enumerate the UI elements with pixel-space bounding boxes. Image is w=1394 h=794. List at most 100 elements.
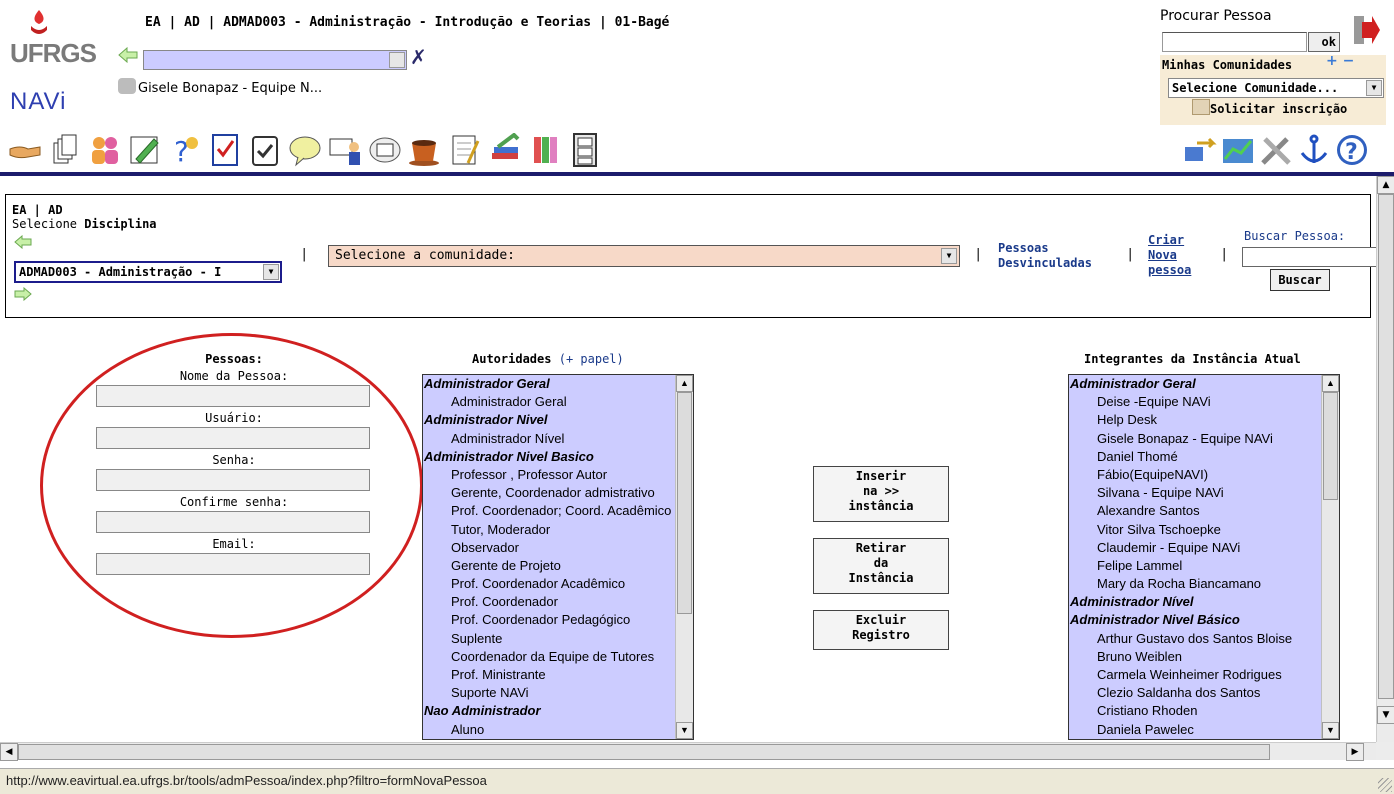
authority-option[interactable]: Aluno	[423, 721, 693, 739]
chevron-down-icon[interactable]	[389, 52, 405, 68]
anchor-icon[interactable]	[1297, 133, 1331, 167]
member-option[interactable]: Mary da Rocha Biancamano	[1069, 575, 1339, 593]
member-option[interactable]: Fábio(EquipeNAVI)	[1069, 466, 1339, 484]
member-option[interactable]: Carmela Weinheimer Rodrigues	[1069, 666, 1339, 684]
transfer-icon[interactable]	[1183, 133, 1217, 167]
member-option[interactable]: Bruno Weiblen	[1069, 648, 1339, 666]
authority-option[interactable]: Gerente de Projeto	[423, 557, 693, 575]
back-arrow-icon[interactable]	[118, 47, 138, 63]
logout-icon[interactable]	[1352, 14, 1380, 46]
scroll-down-icon[interactable]: ▼	[676, 722, 693, 739]
members-listbox[interactable]: Administrador Geral Deise -Equipe NAVi Hel…	[1068, 374, 1340, 740]
checklist-icon[interactable]	[208, 133, 242, 167]
authorities-listbox[interactable]: Administrador Geral Administrador Geral Ad…	[422, 374, 694, 740]
unlinked-people-link[interactable]: Pessoas Desvinculadas	[998, 241, 1092, 271]
help-icon[interactable]: ?	[1335, 133, 1369, 167]
member-option[interactable]: Gisele Bonapaz - Equipe NAVi	[1069, 430, 1339, 448]
people-icon[interactable]	[88, 133, 122, 167]
tools-icon[interactable]	[1259, 133, 1293, 167]
authority-option[interactable]: Suplente	[423, 630, 693, 648]
search-ok-button[interactable]: ok	[1308, 32, 1340, 52]
create-person-link[interactable]: Criar Nova pessoa	[1148, 233, 1191, 278]
member-option[interactable]: Clezio Saldanha dos Santos	[1069, 684, 1339, 702]
chevron-down-icon[interactable]: ▼	[263, 264, 279, 280]
authority-option[interactable]: Observador	[423, 539, 693, 557]
pencil-icon[interactable]	[128, 133, 162, 167]
chevron-down-icon[interactable]: ▼	[1366, 80, 1382, 96]
expand-collapse-icon[interactable]: + −	[1326, 53, 1354, 69]
email-field[interactable]	[96, 553, 370, 575]
discipline-select[interactable]: ADMAD003 - Administração - I ▼	[14, 261, 282, 283]
member-group-header[interactable]: Administrador Geral	[1069, 375, 1339, 393]
authority-option[interactable]: Coordenador da Equipe de Tutores	[423, 648, 693, 666]
authority-option[interactable]: Gerente, Coordenador admistrativo	[423, 484, 693, 502]
search-button[interactable]: Buscar	[1270, 269, 1330, 291]
chevron-down-icon[interactable]: ▼	[941, 248, 957, 264]
clear-history-icon[interactable]: ✗	[410, 45, 427, 69]
authority-option[interactable]: Prof. Coordenador Acadêmico	[423, 575, 693, 593]
clipboard-icon[interactable]	[248, 133, 282, 167]
scroll-right-icon[interactable]: ▶	[1346, 743, 1364, 761]
community-filter-select[interactable]: Selecione a comunidade: ▼	[328, 245, 960, 267]
scroll-up-icon[interactable]: ▲	[676, 375, 693, 392]
member-option[interactable]: Silvana - Equipe NAVi	[1069, 484, 1339, 502]
authority-group-header[interactable]: Administrador Nivel	[423, 411, 693, 429]
authority-option[interactable]: Prof. Coordenador	[423, 593, 693, 611]
username-field[interactable]	[96, 427, 370, 449]
authority-option[interactable]: Prof. Coordenador Pedagógico	[423, 611, 693, 629]
insert-button[interactable]: Inserir na >> instância	[813, 466, 949, 522]
authority-option[interactable]: Prof. Coordenador; Coord. Acadêmico	[423, 502, 693, 520]
authority-group-header[interactable]: Administrador Geral	[423, 375, 693, 393]
password-field[interactable]	[96, 469, 370, 491]
search-person-filter-input[interactable]	[1242, 247, 1376, 267]
authority-option[interactable]: Tutor, Moderador	[423, 521, 693, 539]
scroll-up-icon[interactable]: ▲	[1377, 176, 1394, 194]
chat-bubble-icon[interactable]	[288, 133, 322, 167]
library-icon[interactable]	[528, 133, 562, 167]
listbox-scrollbar[interactable]: ▲ ▼	[675, 375, 693, 739]
member-option[interactable]: Felipe Lammel	[1069, 557, 1339, 575]
handshake-icon[interactable]	[8, 133, 42, 167]
page-scrollbar-vertical[interactable]: ▲ ▼	[1376, 176, 1394, 742]
scroll-thumb[interactable]	[677, 392, 692, 614]
books-icon[interactable]	[488, 133, 522, 167]
authority-option[interactable]: Prof. Ministrante	[423, 666, 693, 684]
current-user[interactable]: Gisele Bonapaz - Equipe N...	[118, 78, 322, 96]
member-option[interactable]: Arthur Gustavo dos Santos Bloise	[1069, 630, 1339, 648]
next-arrow-icon[interactable]	[14, 287, 32, 301]
notepad-icon[interactable]	[448, 133, 482, 167]
name-field[interactable]	[96, 385, 370, 407]
scroll-down-icon[interactable]: ▼	[1377, 706, 1394, 724]
scroll-down-icon[interactable]: ▼	[1322, 722, 1339, 739]
remove-button[interactable]: Retirar da Instância	[813, 538, 949, 594]
history-select[interactable]	[143, 50, 407, 70]
delete-button[interactable]: Excluir Registro	[813, 610, 949, 650]
member-option[interactable]: Help Desk	[1069, 411, 1339, 429]
member-option[interactable]: Vitor Silva Tschoepke	[1069, 521, 1339, 539]
member-option[interactable]: Deise -Equipe NAVi	[1069, 393, 1339, 411]
authority-option[interactable]: Professor , Professor Autor	[423, 466, 693, 484]
add-role-link[interactable]: (+ papel)	[559, 352, 624, 366]
ufrgs-logo[interactable]: UFRGS	[10, 8, 110, 68]
authority-group-header[interactable]: Nao Administrador	[423, 702, 693, 720]
scroll-up-icon[interactable]: ▲	[1322, 375, 1339, 392]
scroll-thumb[interactable]	[18, 744, 1270, 760]
cabinet-icon[interactable]	[568, 133, 602, 167]
member-option[interactable]: Claudemir - Equipe NAVi	[1069, 539, 1339, 557]
member-option[interactable]: Daniel Thomé	[1069, 448, 1339, 466]
authority-option[interactable]: Administrador Nível	[423, 430, 693, 448]
confirm-password-field[interactable]	[96, 511, 370, 533]
question-icon[interactable]: ?	[168, 133, 202, 167]
resize-grip-icon[interactable]	[1378, 778, 1392, 792]
listbox-scrollbar[interactable]: ▲ ▼	[1321, 375, 1339, 739]
member-option[interactable]: Cristiano Rhoden	[1069, 702, 1339, 720]
scroll-thumb[interactable]	[1378, 194, 1394, 699]
authority-option[interactable]: Administrador Geral	[423, 393, 693, 411]
prev-arrow-icon[interactable]	[14, 235, 32, 249]
scroll-left-icon[interactable]: ◀	[0, 743, 18, 761]
pages-icon[interactable]	[48, 133, 82, 167]
coffee-icon[interactable]	[408, 133, 442, 167]
authority-option[interactable]: Suporte NAVi	[423, 684, 693, 702]
member-group-header[interactable]: Administrador Nível	[1069, 593, 1339, 611]
request-subscription-link[interactable]: Solicitar inscrição	[1192, 99, 1347, 116]
